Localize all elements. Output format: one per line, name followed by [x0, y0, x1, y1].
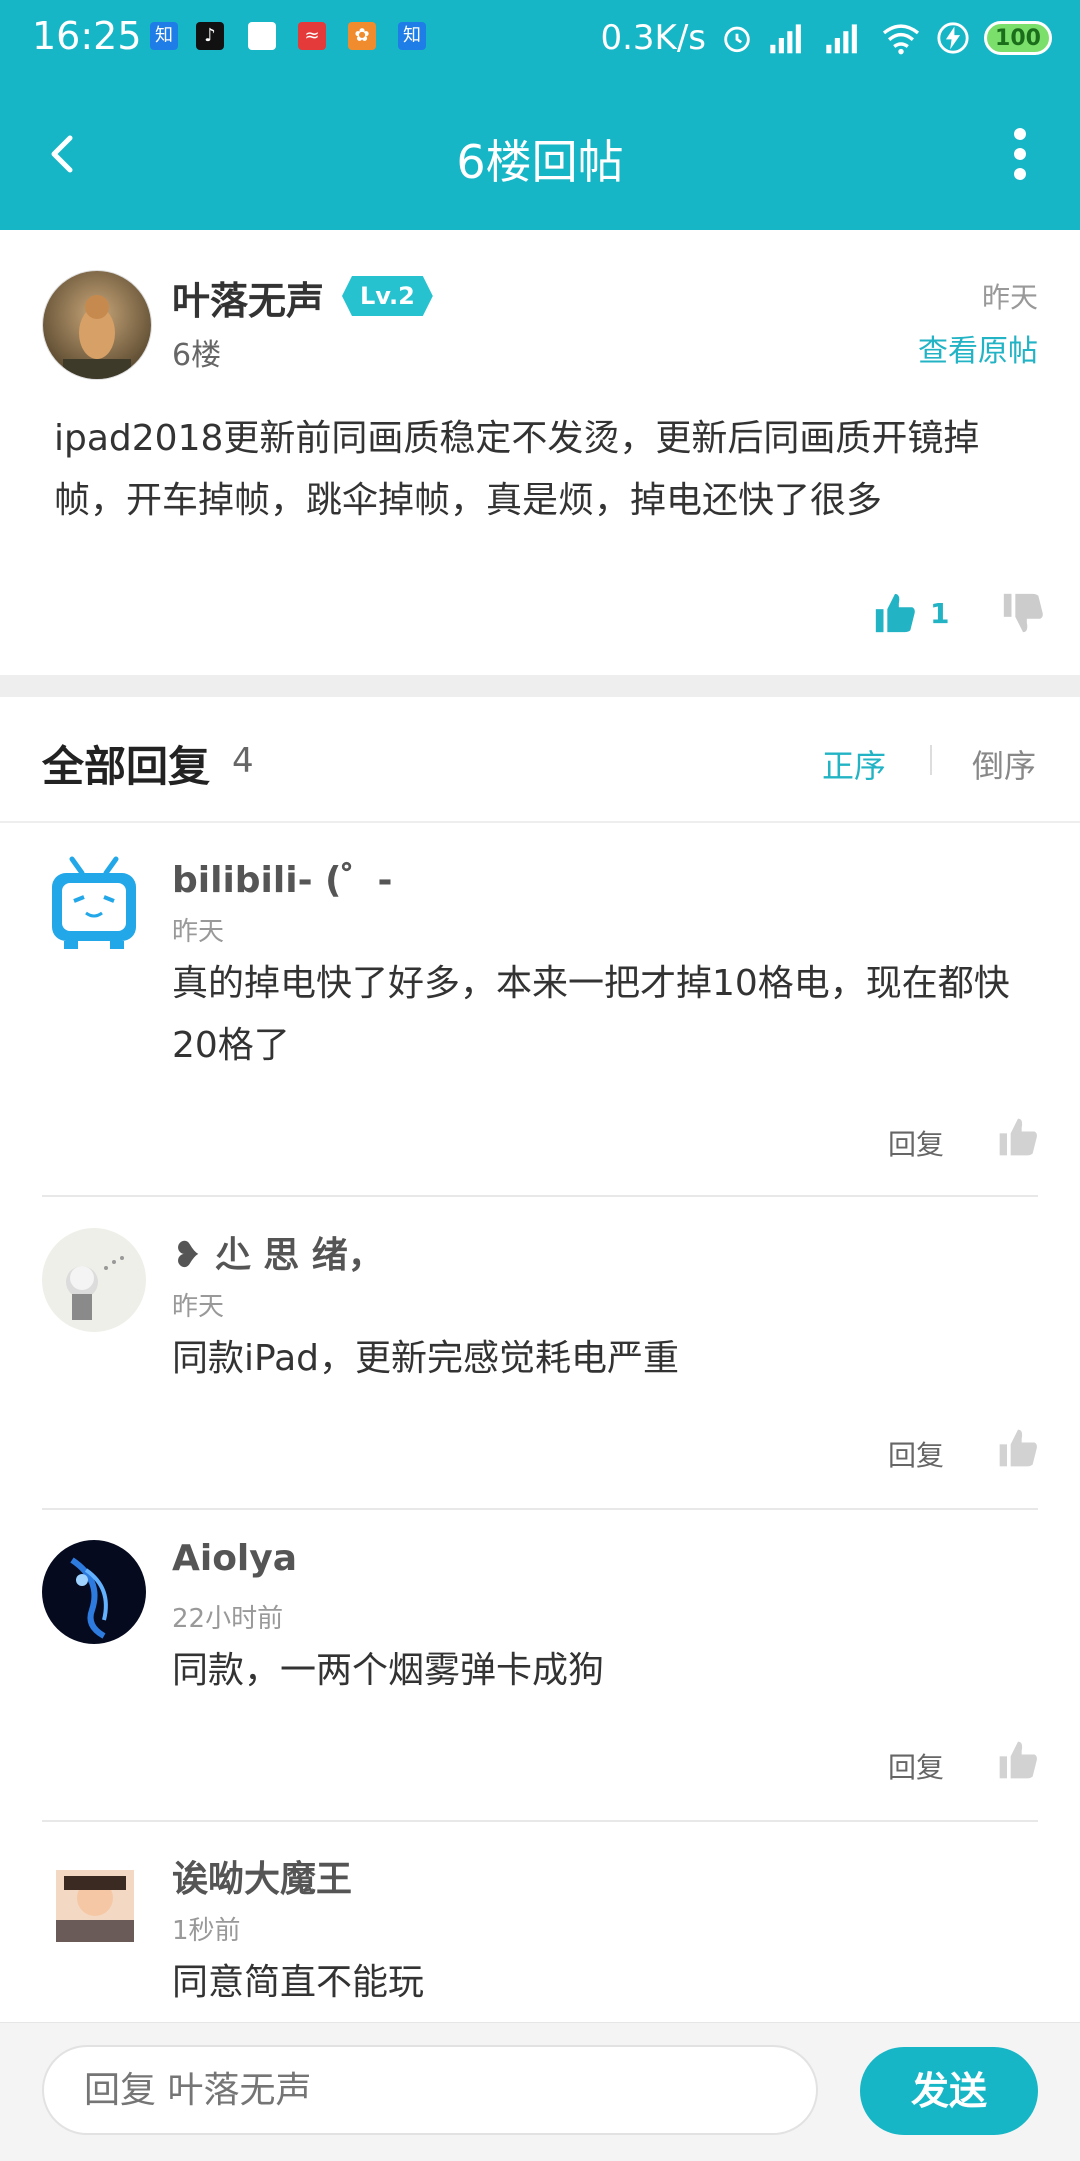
- zhihu-app-icon: 知: [150, 22, 178, 50]
- reply-author-name[interactable]: Aiolya: [172, 1538, 297, 1579]
- reply-button[interactable]: 回复: [888, 1123, 944, 1163]
- status-right: 0.3K/s 100: [600, 12, 1052, 64]
- reply-item: bilibili- (゜- 昨天 真的掉电快了好多，本来一把才掉10格电，现在都…: [0, 823, 1080, 1198]
- like-count: 1: [930, 596, 950, 630]
- reply-time: 昨天: [172, 1292, 225, 1322]
- thumbs-up-icon[interactable]: [996, 1738, 1040, 1782]
- thumbs-up-icon[interactable]: [996, 1115, 1040, 1159]
- reply-text: 真的掉电快了好多，本来一把才掉10格电，现在都快20格了: [172, 963, 1010, 1066]
- reply-time: 1秒前: [172, 1916, 241, 1946]
- replies-count: 4: [232, 741, 254, 781]
- sort-separator: [930, 745, 932, 775]
- replies-title: 全部回复: [42, 742, 211, 791]
- page-title: 6楼回帖: [456, 135, 624, 189]
- floor-number: 6楼: [172, 338, 222, 373]
- thumbs-up-icon[interactable]: [996, 1426, 1040, 1470]
- signal-icon: [770, 24, 801, 54]
- level-badge: Lv.2: [342, 276, 433, 316]
- sort-ascending-button[interactable]: 正序: [822, 741, 886, 787]
- zhihu-app-icon-2: 知: [398, 22, 426, 50]
- reply-avatar[interactable]: [42, 1540, 146, 1644]
- status-bar: 16:25 知 ♪ ■ ≈ ✿ 知 0.3K/s 100: [0, 0, 1080, 78]
- section-gap: [0, 675, 1080, 697]
- reply-item: 诶呦大魔王 1秒前 同意简直不能玩: [0, 1822, 1080, 2022]
- battery-indicator: 100: [984, 21, 1052, 55]
- alarm-icon: [724, 26, 750, 53]
- reply-composer: 发送: [0, 2022, 1080, 2161]
- thumbs-down-icon[interactable]: [1000, 590, 1046, 636]
- post-like-button[interactable]: 1: [872, 590, 949, 636]
- reply-time: 昨天: [172, 917, 225, 947]
- orange-app-icon: ✿: [348, 22, 376, 50]
- more-options-icon[interactable]: [990, 122, 1050, 186]
- replies-header: 全部回复 4 正序 倒序: [0, 697, 1080, 823]
- reply-avatar[interactable]: [42, 1228, 146, 1332]
- post-author-name[interactable]: 叶落无声: [172, 270, 324, 325]
- post-content: ipad2018更新前同画质稳定不发烫，更新后同画质开镜掉帧，开车掉帧，跳伞掉帧…: [54, 418, 980, 521]
- wifi-icon: [882, 24, 920, 55]
- white-app-icon: ■: [248, 22, 276, 50]
- view-original-link[interactable]: 查看原帖: [918, 326, 1038, 370]
- reply-author-name[interactable]: ❥ 尐 思 绪，: [172, 1226, 384, 1278]
- reply-avatar[interactable]: [56, 1870, 134, 1942]
- post-time: 昨天: [981, 281, 1038, 314]
- reply-item: ❥ 尐 思 绪， 昨天 同款iPad，更新完感觉耗电严重 回复: [0, 1198, 1080, 1510]
- reply-author-name[interactable]: bilibili- (゜-: [172, 851, 392, 903]
- reply-button[interactable]: 回复: [888, 1746, 944, 1786]
- net-speed: 0.3K/s: [600, 18, 706, 58]
- post-author-avatar[interactable]: [42, 270, 152, 380]
- thumbs-up-icon: [875, 593, 915, 633]
- reply-text: 同意简直不能玩: [172, 1962, 425, 2003]
- reply-text: 同款iPad，更新完感觉耗电严重: [172, 1338, 680, 1379]
- reply-avatar[interactable]: [42, 853, 146, 957]
- reply-button[interactable]: 回复: [888, 1434, 944, 1474]
- reply-time: 22小时前: [172, 1604, 284, 1634]
- reply-item: Aiolya 22小时前 同款，一两个烟雾弹卡成狗 回复: [0, 1510, 1080, 1822]
- signal-icon-2: [826, 24, 857, 54]
- reply-text: 同款，一两个烟雾弹卡成狗: [172, 1650, 605, 1691]
- status-time: 16:25: [32, 14, 142, 58]
- app-bar: 6楼回帖: [0, 78, 1080, 230]
- sort-descending-button[interactable]: 倒序: [972, 741, 1036, 787]
- reply-author-name[interactable]: 诶呦大魔王: [172, 1850, 352, 1902]
- floor-post: 叶落无声 Lv.2 6楼 昨天 查看原帖 ipad2018更新前同画质稳定不发烫…: [0, 230, 1080, 675]
- reply-divider: [42, 1195, 1038, 1197]
- reply-input[interactable]: [42, 2045, 818, 2135]
- tiktok-app-icon: ♪: [196, 22, 224, 50]
- red-app-icon: ≈: [298, 22, 326, 50]
- charging-icon: [937, 22, 969, 54]
- send-button[interactable]: 发送: [860, 2047, 1038, 2135]
